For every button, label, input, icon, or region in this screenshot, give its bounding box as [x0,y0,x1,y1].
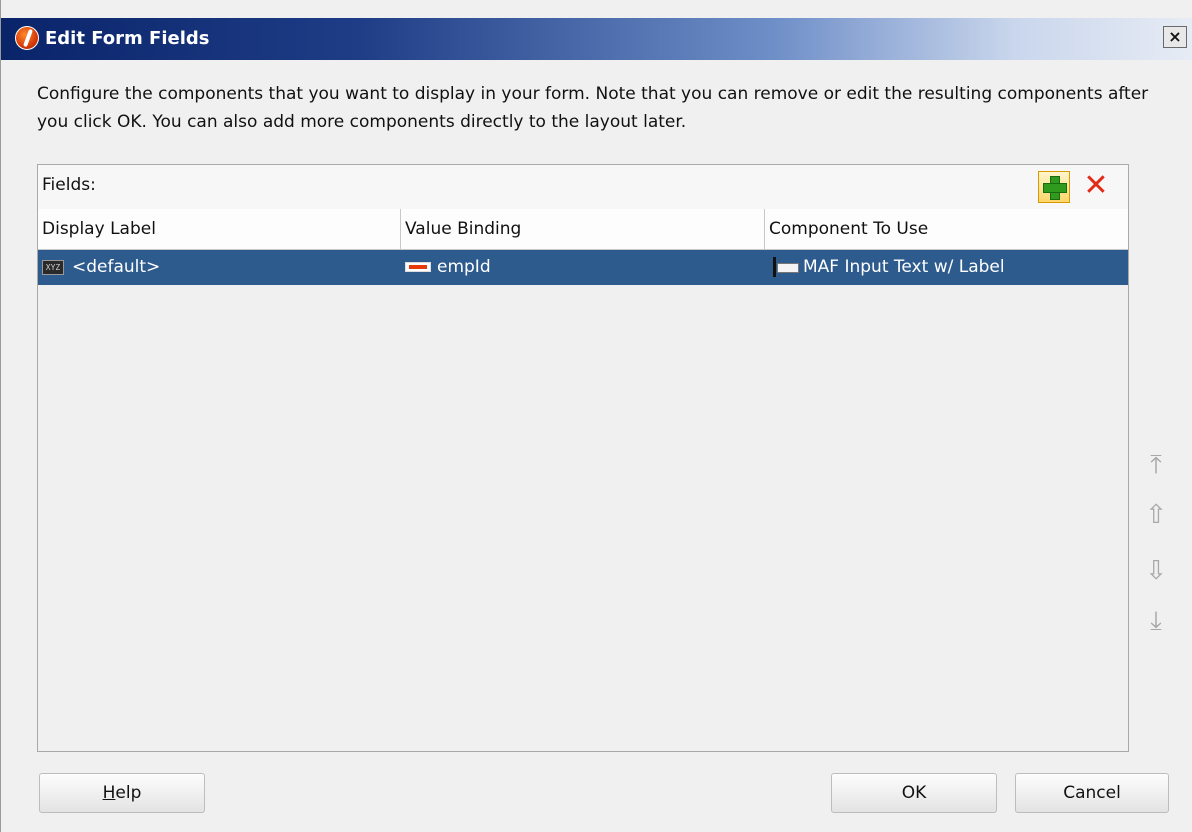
help-label: elp [115,783,142,803]
close-button[interactable]: × [1163,26,1187,48]
attribute-binding-icon [405,262,431,272]
move-bottom-icon[interactable]: ⤓ [1141,606,1171,636]
dialog-description: Configure the components that you want t… [37,84,1149,132]
component-cell[interactable]: MAF Input Text w/ Label [769,250,1005,285]
value-binding-value: empId [437,257,491,277]
value-binding-cell[interactable]: empId [405,250,491,285]
text-label-icon: XYZ [42,259,64,275]
app-logo-icon [15,26,39,50]
component-value: MAF Input Text w/ Label [803,257,1005,277]
edit-form-fields-dialog: Edit Form Fields × Configure the compone… [0,0,1192,832]
move-down-icon[interactable]: ⇩ [1141,556,1171,586]
table-row[interactable]: XYZ <default> empId MAF Input Text w/ Lab… [38,250,1128,285]
move-up-icon[interactable]: ⇧ [1141,500,1171,530]
help-button[interactable]: Help [39,773,205,813]
title-bar: Edit Form Fields × [1,18,1192,60]
remove-field-button[interactable]: ✕ [1080,170,1112,202]
table-header: Display Label Value Binding Component To… [38,209,1128,250]
fields-label: Fields: [42,175,96,195]
column-header-component[interactable]: Component To Use [765,209,1128,249]
fields-toolbar: Fields: ✕ [38,165,1128,210]
cancel-button[interactable]: Cancel [1015,773,1169,813]
input-text-icon [769,256,799,278]
column-header-value-binding[interactable]: Value Binding [401,209,765,249]
help-mnemonic: H [102,783,116,803]
add-field-button[interactable] [1038,171,1070,203]
fields-panel: Fields: ✕ Display Label Value Binding Co… [37,164,1129,752]
column-header-display-label[interactable]: Display Label [38,209,401,249]
ok-button[interactable]: OK [831,773,997,813]
display-label-value: <default> [72,257,161,277]
move-top-icon[interactable]: ⤒ [1141,450,1171,480]
display-label-cell[interactable]: XYZ <default> [42,250,160,285]
dialog-title: Edit Form Fields [45,28,210,49]
